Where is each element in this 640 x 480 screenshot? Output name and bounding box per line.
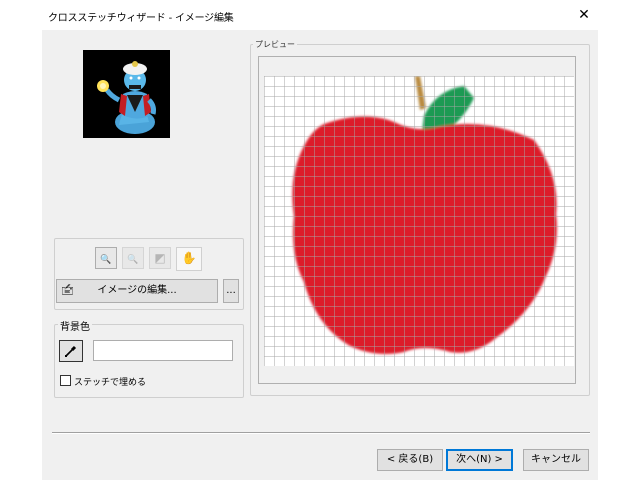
edit-image-button[interactable]: 🖆 イメージの編集...	[56, 279, 218, 303]
preview-label: プレビュー	[253, 39, 297, 50]
background-color-label: 背景色	[58, 318, 92, 333]
fit-icon: ◩	[154, 251, 166, 265]
left-margin	[0, 30, 42, 480]
back-label: < 戻る(B)	[386, 454, 434, 465]
close-icon: ✕	[578, 7, 590, 23]
zoom-out-icon: 🔍	[127, 255, 139, 265]
fit-to-window-button[interactable]: ◩	[149, 247, 171, 269]
preview-canvas	[264, 76, 574, 366]
window-title: クロスステッチウィザード - イメージ編集	[48, 13, 234, 24]
color-picker-button[interactable]	[59, 340, 83, 362]
zoom-in-icon: 🔍	[100, 255, 112, 265]
wizard-window: クロスステッチウィザード - イメージ編集 ✕ 🔍 🔍 ◩ ✋ 🖆 イメージの編…	[0, 0, 640, 480]
cancel-button[interactable]: キャンセル	[523, 449, 589, 471]
eyedropper-icon	[65, 345, 77, 357]
fill-with-stitch-label: ステッチで埋める	[74, 378, 147, 388]
back-button[interactable]: < 戻る(B)	[377, 449, 443, 471]
next-label: 次へ(N) >	[456, 454, 503, 465]
background-color-field[interactable]	[93, 340, 233, 361]
zoom-out-button[interactable]: 🔍	[122, 247, 144, 269]
hand-icon: ✋	[181, 251, 197, 265]
pan-button[interactable]: ✋	[176, 247, 202, 271]
next-button[interactable]: 次へ(N) >	[446, 449, 513, 471]
close-button[interactable]: ✕	[572, 4, 596, 26]
cancel-label: キャンセル	[531, 454, 581, 465]
fill-with-stitch-checkbox[interactable]	[60, 375, 71, 386]
more-options-label: ...	[226, 285, 236, 296]
right-margin	[598, 30, 640, 480]
edit-image-icon: 🖆	[61, 284, 74, 297]
more-options-button[interactable]: ...	[223, 279, 239, 303]
edit-image-label: イメージの編集...	[97, 285, 177, 296]
zoom-in-button[interactable]: 🔍	[95, 247, 117, 269]
title-bar: クロスステッチウィザード - イメージ編集 ✕	[0, 0, 640, 30]
wizard-genie-image	[83, 50, 170, 138]
footer-separator-highlight	[52, 433, 590, 434]
